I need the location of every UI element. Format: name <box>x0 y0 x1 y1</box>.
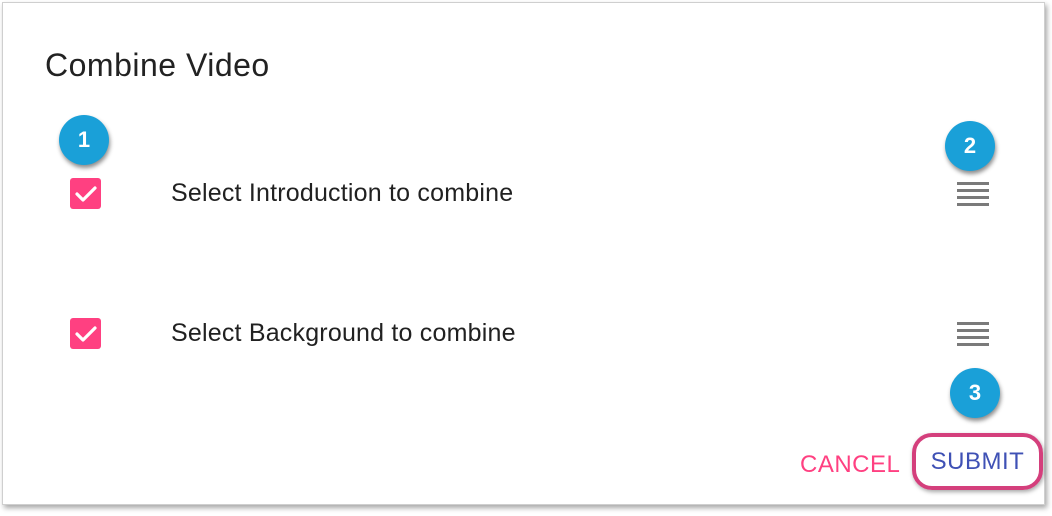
callout-badge-3: 3 <box>950 368 1000 418</box>
background-checkbox[interactable] <box>70 318 101 349</box>
drag-handle-icon[interactable] <box>957 322 989 346</box>
drag-handle-icon[interactable] <box>957 182 989 206</box>
background-label: Select Background to combine <box>171 319 516 347</box>
check-icon <box>74 325 97 342</box>
submit-button[interactable]: SUBMIT <box>931 448 1025 476</box>
callout-badge-2: 2 <box>945 121 995 171</box>
introduction-checkbox[interactable] <box>70 178 101 209</box>
submit-highlight-outline: SUBMIT <box>912 433 1043 490</box>
combine-video-dialog: Combine Video Select Introduction to com… <box>2 2 1045 505</box>
check-icon <box>74 185 97 202</box>
cancel-button[interactable]: CANCEL <box>800 451 900 479</box>
dialog-title: Combine Video <box>45 47 270 83</box>
callout-badge-1: 1 <box>59 115 109 165</box>
introduction-label: Select Introduction to combine <box>171 179 514 207</box>
